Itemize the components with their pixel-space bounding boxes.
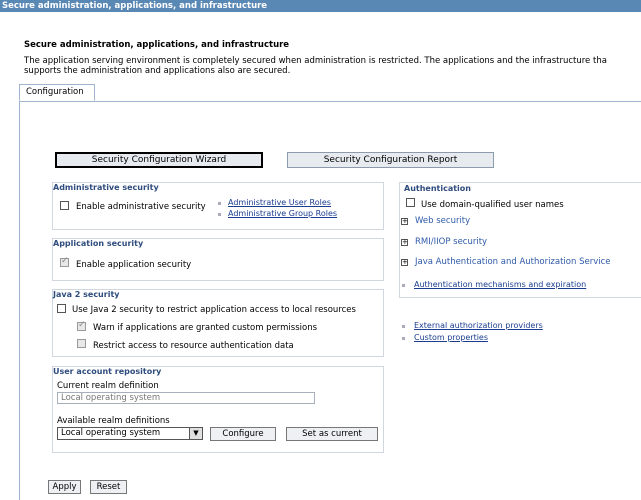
chevron-down-icon[interactable]: ▼ [189, 428, 202, 439]
page-description-line2: supports the administration and applicat… [24, 66, 291, 76]
custom-properties-link[interactable]: Custom properties [414, 333, 488, 342]
window-title-bar: Secure administration, applications, and… [0, 0, 641, 12]
user-repo-title: User account repository [53, 367, 162, 376]
bullet-icon [402, 284, 405, 287]
java2-security-checkbox[interactable] [57, 304, 66, 313]
rmi-security-link[interactable]: RMI/IIOP security [415, 237, 487, 247]
available-realms-label: Available realm definitions [57, 416, 170, 426]
restrict-auth-data-checkbox[interactable] [77, 339, 86, 348]
page-title: Secure administration, applications, and… [24, 40, 290, 50]
warn-custom-permissions-label: Warn if applications are granted custom … [93, 323, 318, 333]
bullet-icon [402, 325, 405, 328]
jaas-link[interactable]: Java Authentication and Authorization Se… [415, 257, 611, 267]
admin-security-title: Administrative security [53, 183, 159, 192]
java2-security-label: Use Java 2 security to restrict applicat… [72, 305, 356, 315]
security-report-button[interactable]: Security Configuration Report [287, 152, 494, 168]
plus-box-icon[interactable]: + [401, 239, 408, 246]
app-security-checkbox[interactable] [60, 256, 69, 267]
warn-custom-permissions-checkbox[interactable] [77, 320, 86, 331]
authentication-title: Authentication [404, 184, 471, 193]
apply-button[interactable]: Apply [48, 480, 81, 494]
app-security-label: Enable application security [76, 260, 192, 270]
restrict-auth-data-label: Restrict access to resource authenticati… [93, 341, 294, 351]
bullet-icon [402, 337, 405, 340]
reset-button[interactable]: Reset [90, 480, 127, 494]
page-description-line1: The application serving environment is c… [24, 56, 607, 66]
set-as-current-button[interactable]: Set as current [286, 427, 378, 441]
tab-label: Configuration [26, 87, 84, 97]
current-realm-field[interactable]: Local operating system [57, 392, 315, 404]
configure-button[interactable]: Configure [210, 427, 276, 441]
admin-security-checkbox[interactable] [60, 201, 69, 210]
security-wizard-button[interactable]: Security Configuration Wizard [55, 152, 263, 168]
auth-mechanisms-link[interactable]: Authentication mechanisms and expiration [414, 280, 586, 289]
external-auth-providers-link[interactable]: External authorization providers [414, 321, 543, 330]
domain-qualified-checkbox[interactable] [406, 198, 415, 207]
bullet-icon [218, 202, 221, 205]
admin-user-roles-link[interactable]: Administrative User Roles [228, 198, 331, 207]
admin-group-roles-link[interactable]: Administrative Group Roles [228, 209, 337, 218]
current-realm-label: Current realm definition [57, 381, 159, 391]
tab-configuration[interactable]: Configuration [19, 84, 95, 101]
admin-security-label: Enable administrative security [76, 202, 206, 212]
app-security-title: Application security [53, 239, 144, 248]
web-security-link[interactable]: Web security [415, 216, 470, 226]
java2-security-title: Java 2 security [53, 290, 120, 299]
tab-bar [19, 83, 641, 102]
domain-qualified-label: Use domain-qualified user names [421, 200, 564, 210]
plus-box-icon[interactable]: + [401, 259, 408, 266]
available-realms-select[interactable]: Local operating system ▼ [57, 427, 203, 440]
available-realms-value: Local operating system [61, 428, 161, 438]
bullet-icon [218, 213, 221, 216]
plus-box-icon[interactable]: + [401, 218, 408, 225]
window-title: Secure administration, applications, and… [2, 1, 268, 11]
